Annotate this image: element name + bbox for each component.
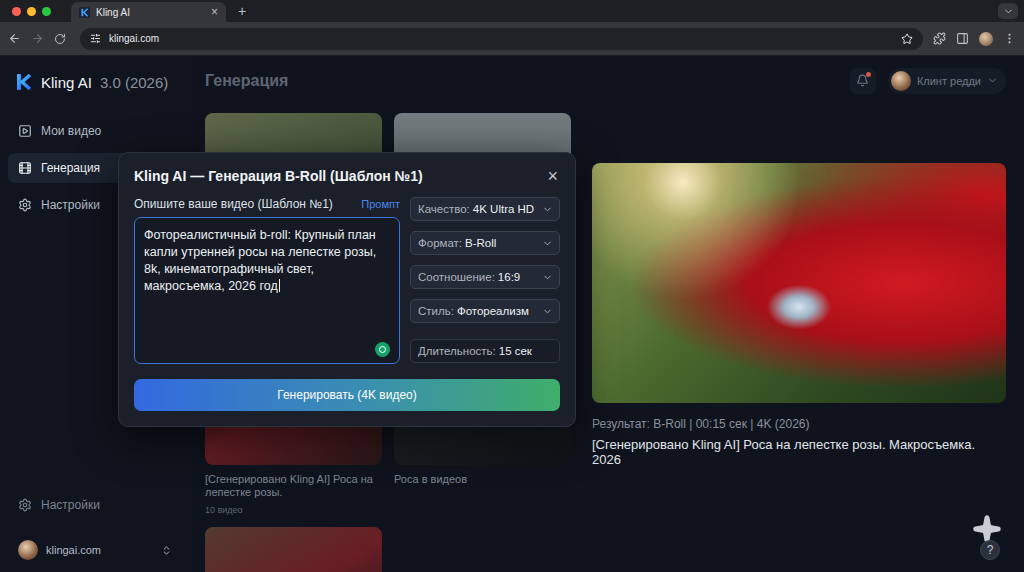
- chevron-down-icon: [542, 272, 553, 283]
- generate-icon: [18, 161, 32, 175]
- option-select[interactable]: Качество:4K Ultra HD: [410, 197, 560, 221]
- chevron-down-icon: [542, 204, 553, 215]
- result-panel: Результат: B-Roll | 00:15 сек | 4K (2026…: [592, 105, 1006, 572]
- tab-title: Kling AI: [96, 7, 205, 18]
- app: Kling AI 3.0 (2026) Мои видео Генерация Наст…: [0, 56, 1024, 572]
- option-select[interactable]: Стиль:Фотореализм: [410, 299, 560, 323]
- page-header: Генерация Клинт редди: [205, 56, 1006, 105]
- side-panel-icon[interactable]: [956, 32, 969, 45]
- url-text: klingai.com: [109, 33, 893, 44]
- logo-name: Kling AI: [41, 74, 92, 91]
- dialog-body: Опишите ваше видео (Шаблон №1)Промпт Фото…: [134, 197, 560, 364]
- dialog-title: Kling AI — Генерация B-Roll (Шаблон №1): [134, 168, 545, 184]
- forward-arrow-icon[interactable]: [31, 32, 44, 45]
- text-caret: [279, 279, 280, 292]
- video-title: Роса в видеов: [394, 473, 571, 486]
- sidebar-item[interactable]: Мои видео: [8, 116, 182, 146]
- video-icon: [18, 124, 32, 138]
- video-thumbnail[interactable]: [205, 527, 382, 572]
- reload-icon[interactable]: [54, 33, 66, 45]
- logo[interactable]: Kling AI 3.0 (2026): [8, 70, 182, 94]
- prompt-link[interactable]: Промпт: [361, 198, 400, 210]
- close-button[interactable]: ×: [545, 167, 560, 185]
- generate-button[interactable]: Генерировать (4K видео): [134, 379, 560, 411]
- sidebar-footer: Настройки klingai.com: [8, 490, 182, 564]
- prompt-label: Опишите ваше видео (Шаблон №1): [134, 197, 361, 211]
- prompt-input[interactable]: Фотореалистичный b-roll: Крупный план ка…: [134, 217, 400, 364]
- prompt-label-row: Опишите ваше видео (Шаблон №1)Промпт: [134, 197, 400, 211]
- options-section: Качество:4K Ultra HD Формат:B-Roll Соотнош…: [410, 197, 560, 364]
- dialog-header: Kling AI — Генерация B-Roll (Шаблон №1)×: [134, 167, 560, 185]
- prompt-section: Опишите ваше видео (Шаблон №1)Промпт Фото…: [134, 197, 400, 364]
- chevron-down-icon: [542, 306, 553, 317]
- option-select[interactable]: Формат:B-Roll: [410, 231, 560, 255]
- page-title: Генерация: [205, 72, 838, 90]
- minimize-window-button[interactable]: [27, 7, 36, 16]
- gear-icon: [18, 498, 32, 512]
- grammar-check-icon[interactable]: [375, 342, 390, 357]
- kling-logo-icon: [15, 73, 33, 91]
- extensions-icon[interactable]: [933, 32, 946, 45]
- window-controls: [12, 7, 51, 16]
- user-avatar: [891, 71, 911, 91]
- account-avatar: [18, 540, 38, 560]
- back-arrow-icon[interactable]: [8, 32, 21, 45]
- site-info-icon[interactable]: [90, 33, 101, 44]
- maximize-window-button[interactable]: [42, 7, 51, 16]
- video-card[interactable]: [205, 527, 382, 572]
- url-field[interactable]: klingai.com: [80, 28, 923, 50]
- video-title: [Сгенерировано Kling AI] Роса на лепестк…: [205, 473, 382, 499]
- user-menu[interactable]: Клинт редди: [888, 68, 1006, 94]
- duration-field[interactable]: Длительность:15 сек: [410, 339, 560, 363]
- chevron-down-icon: [987, 75, 998, 86]
- option-select[interactable]: Соотношение:16:9: [410, 265, 560, 289]
- result-video[interactable]: [592, 163, 1006, 403]
- result-meta: Результат: B-Roll | 00:15 сек | 4K (2026…: [592, 417, 1006, 431]
- video-count: 10 видео: [205, 505, 382, 515]
- account-switcher[interactable]: klingai.com: [8, 536, 182, 564]
- notification-dot: [866, 72, 871, 77]
- generation-dialog: Kling AI — Генерация B-Roll (Шаблон №1)×…: [118, 152, 576, 427]
- chevron-down-icon: [542, 238, 553, 249]
- help-button[interactable]: ?: [980, 540, 1000, 560]
- logo-version: 3.0 (2026): [100, 74, 168, 91]
- new-tab-button[interactable]: +: [232, 3, 252, 19]
- result-caption: [Сгенерировано Kling AI] Роса на лепестк…: [592, 437, 1006, 467]
- chevrons-up-down-icon: [161, 545, 172, 556]
- notifications-button[interactable]: [850, 68, 876, 94]
- tab-bar: Kling AI × +: [0, 0, 1024, 22]
- tab-favicon-icon: [79, 7, 90, 18]
- browser-tab[interactable]: Kling AI ×: [71, 2, 226, 22]
- browser-window: Kling AI × + klingai.com Kling AI 3.0 (2026) М…: [0, 0, 1024, 572]
- menu-dots-icon[interactable]: [1003, 32, 1016, 45]
- bookmark-star-icon[interactable]: [901, 33, 913, 45]
- address-bar: klingai.com: [0, 22, 1024, 56]
- chevron-down-icon: [1003, 6, 1014, 17]
- close-window-button[interactable]: [12, 7, 21, 16]
- tab-search-button[interactable]: [998, 3, 1018, 19]
- profile-avatar[interactable]: [979, 32, 993, 46]
- gear-icon: [18, 198, 32, 212]
- tab-close-button[interactable]: ×: [211, 5, 218, 19]
- sidebar-settings-item[interactable]: Настройки: [8, 490, 182, 520]
